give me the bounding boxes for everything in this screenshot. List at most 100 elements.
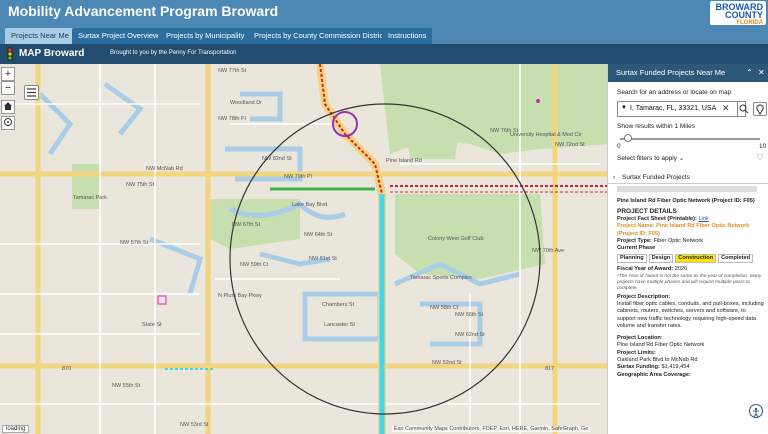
- coverage-label: Geographic Area Coverage:: [617, 371, 691, 378]
- projects-panel: Surtax Funded Projects Near Me ⌃ ✕ Searc…: [607, 64, 768, 434]
- project-description: Install fiber optic cables, conduits, an…: [617, 301, 764, 330]
- map-view[interactable]: NW 77th St NW 78th Pl NW 76th St NW McNa…: [0, 64, 607, 434]
- route-shield-label: 817: [545, 366, 554, 372]
- close-icon[interactable]: ✕: [758, 64, 765, 82]
- map-canvas[interactable]: NW 77th St NW 78th Pl NW 76th St NW McNa…: [0, 64, 607, 434]
- place-label: Tamarac Park: [73, 195, 107, 201]
- breadcrumb[interactable]: ‹ Surtax Funded Projects: [608, 171, 768, 184]
- broward-logo[interactable]: BROWARD COUNTY FLORIDA: [710, 1, 766, 26]
- clear-search-icon[interactable]: ✕: [722, 103, 730, 114]
- fact-sheet-label: Project Fact Sheet (Printable):: [617, 215, 699, 222]
- street-label: Lake Bay Blvd: [292, 202, 327, 208]
- project-header: Pine Island Rd Fiber Optic Network (Proj…: [617, 198, 755, 204]
- accessibility-icon: [753, 407, 759, 418]
- address-search-input[interactable]: ▼ I, Tamarac, FL, 33321, USA ✕: [617, 101, 749, 117]
- filters-toggle[interactable]: Select filters to apply ⌄: [617, 154, 684, 162]
- map-attribution: Esri Community Maps Contributors, FDEP, …: [392, 426, 591, 432]
- tamarac-park-area: [72, 164, 100, 209]
- slider-max: 10: [759, 143, 767, 150]
- tab-surtax-overview[interactable]: Surtax Project Overview: [72, 28, 165, 44]
- street-label: Chambers St: [322, 302, 355, 308]
- chevron-down-icon: ⌄: [678, 155, 685, 162]
- street-label: N Plum Bay Pkwy: [218, 293, 262, 299]
- phase-indicator: Planning Design Construction Completed: [617, 253, 765, 264]
- scroll-overlap-bar: [617, 186, 757, 192]
- project-type-label: Project Type:: [617, 238, 654, 245]
- street-label: NW 55th St: [112, 383, 141, 389]
- place-label: Colony West Golf Club: [428, 236, 484, 242]
- filters-label: Select filters to apply: [617, 155, 677, 162]
- street-label: NW 59th Ct: [240, 262, 269, 268]
- street-label: NW 66th St: [455, 312, 484, 318]
- funding-amount: $1,419,454: [661, 364, 690, 371]
- route-shield-label: 870: [62, 366, 71, 372]
- loading-indicator: loading: [2, 425, 30, 433]
- street-label: NW 52nd St: [432, 360, 462, 366]
- zoom-in-button[interactable]: +: [1, 67, 15, 81]
- radius-slider-handle[interactable]: [624, 134, 632, 142]
- street-label: NW 53rd St: [180, 422, 209, 428]
- canal-10: [103, 81, 144, 136]
- project-location: Pine Island Rd Fiber Optic Network: [617, 342, 705, 349]
- canal-1: [240, 91, 283, 122]
- project-type: Fiber Optic Network: [653, 238, 704, 245]
- radius-label: Show results within 1 Miles: [617, 123, 696, 130]
- limits-label: Project Limits:: [617, 349, 656, 356]
- tab-projects-near-me[interactable]: Projects Near Me: [5, 28, 75, 44]
- layer-list-button[interactable]: [24, 85, 39, 100]
- tab-instructions[interactable]: Instructions: [382, 28, 433, 44]
- chevron-left-icon[interactable]: ‹: [613, 171, 615, 184]
- street-label: NW 67th St: [232, 222, 261, 228]
- current-phase-label: Current Phase: [617, 245, 656, 252]
- fiscal-note: *The Year of Award is not the same as th…: [617, 273, 762, 291]
- dropdown-icon[interactable]: ▼: [621, 105, 627, 111]
- app-bar: MAP Broward Brought to you by the Penny …: [0, 44, 768, 64]
- street-label: NW 77th St: [218, 68, 247, 74]
- canal-6: [38, 92, 74, 156]
- details-title: PROJECT DETAILS: [617, 208, 677, 216]
- project-details: Pine Island Rd Fiber Optic Network (Proj…: [617, 198, 765, 379]
- street-label: NW 61st St: [309, 256, 337, 262]
- locate-on-map-button[interactable]: [753, 102, 767, 116]
- tab-by-municipality[interactable]: Projects by Municipality: [160, 28, 251, 44]
- street-label: NW 58th Ct: [430, 305, 459, 311]
- collapse-icon[interactable]: ⌃: [746, 64, 753, 82]
- street-label: NW McNab Rd: [146, 166, 183, 172]
- search-label: Search for an address or locate on map: [617, 89, 732, 96]
- app-title: Mobility Advancement Program Broward: [8, 3, 279, 19]
- phase-design: Design: [648, 253, 674, 264]
- tab-bar: Projects Near Me Surtax Project Overview…: [0, 26, 768, 44]
- project-limits: Oakland Park Blvd to McNab Rd: [617, 356, 698, 363]
- canal-4: [302, 291, 383, 342]
- zoom-out-button[interactable]: −: [1, 81, 15, 95]
- location-label: Project Location:: [617, 334, 663, 341]
- street-label: NW 78th Pl: [218, 116, 246, 122]
- street-label: Woodland Dr: [230, 100, 262, 106]
- filter-icon[interactable]: ⛉: [757, 153, 763, 163]
- logo-line-2: COUNTY: [725, 10, 763, 20]
- home-button[interactable]: [1, 100, 15, 114]
- place-label: University Hospital & Med Ctr: [510, 132, 582, 138]
- tab-by-commission-district[interactable]: Projects by County Commission District: [248, 28, 392, 44]
- home-icon: [4, 102, 12, 110]
- street-label: NW 64th St: [304, 232, 333, 238]
- project-name: Project Name: Pine Island Rd Fiber Optic…: [617, 223, 750, 237]
- traffic-light-icon: [7, 47, 13, 61]
- fact-sheet-link[interactable]: Link: [698, 216, 708, 222]
- radius-slider-track[interactable]: [620, 138, 760, 140]
- search-button[interactable]: [737, 102, 749, 116]
- street-label: State St: [142, 322, 162, 328]
- locate-icon: [4, 118, 12, 126]
- street-label: NW 57th St: [120, 240, 149, 246]
- place-label: Tamarac Sports Complex: [410, 275, 472, 281]
- accessibility-button[interactable]: [749, 404, 763, 418]
- phase-construction: Construction: [675, 253, 717, 264]
- slider-min: 0: [617, 143, 621, 150]
- canal-7: [149, 236, 204, 295]
- phase-planning: Planning: [617, 253, 647, 264]
- app-name: MAP Broward: [19, 48, 85, 59]
- project-marker-magenta: [157, 295, 167, 305]
- road-pine-island: [316, 64, 386, 434]
- breadcrumb-label[interactable]: Surtax Funded Projects: [622, 174, 690, 181]
- locate-button[interactable]: [1, 116, 15, 130]
